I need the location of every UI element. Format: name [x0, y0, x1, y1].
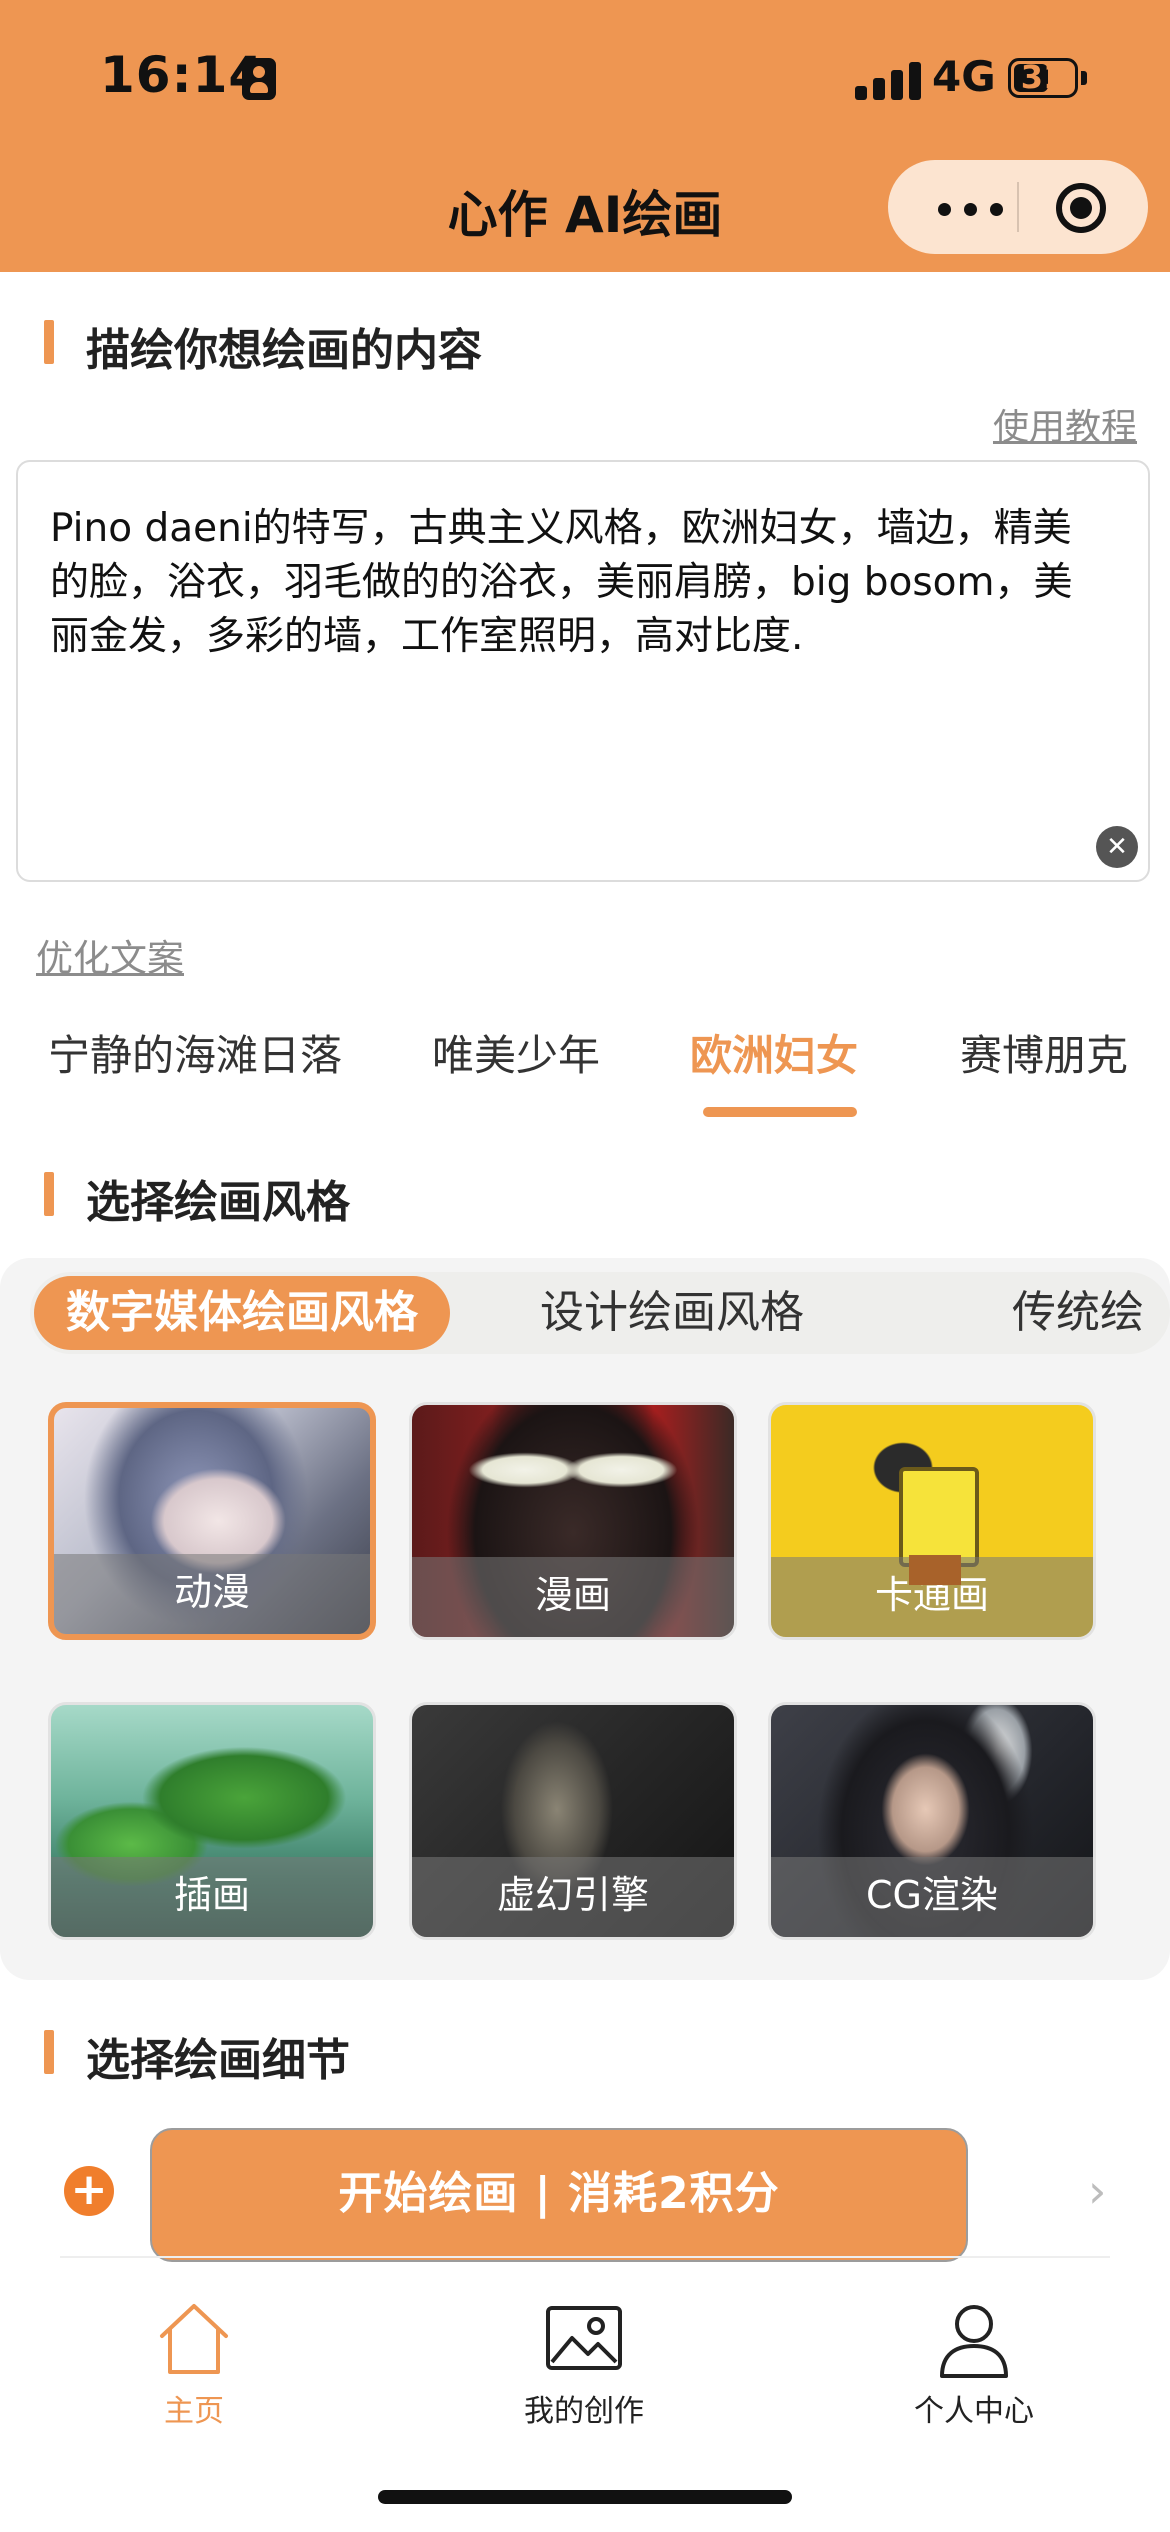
describe-section-title: 描绘你想绘画的内容: [44, 314, 482, 378]
battery-level: 31: [1020, 58, 1066, 96]
home-indicator: [378, 2490, 792, 2504]
status-time: 16:14: [100, 46, 265, 104]
style-card-cartoon[interactable]: 卡通画: [768, 1402, 1096, 1640]
style-card-label: 虚幻引擎: [412, 1857, 734, 1937]
preset-tab-cyberpunk[interactable]: 赛博朋克: [960, 1022, 1128, 1083]
style-card-label: 漫画: [412, 1557, 734, 1637]
style-card-label: 卡通画: [771, 1557, 1093, 1637]
more-dots-icon[interactable]: [926, 180, 1016, 234]
style-card-anime[interactable]: 动漫: [48, 1402, 376, 1640]
tutorial-link[interactable]: 使用教程: [993, 398, 1137, 450]
chevron-right-icon[interactable]: ›: [1088, 2164, 1106, 2218]
style-card-label: CG渲染: [771, 1857, 1093, 1937]
active-tab-indicator: [703, 1107, 857, 1117]
target-close-icon[interactable]: [1056, 183, 1106, 233]
style-panel: 数字媒体绘画风格 设计绘画风格 传统绘 动漫 漫画 卡通画 插画 虚幻引擎 CG…: [0, 1258, 1170, 1980]
style-card-cg-render[interactable]: CG渲染: [768, 1702, 1096, 1940]
prompt-text[interactable]: Pino daeni的特写，古典主义风格，欧洲妇女，墙边，精美的脸，浴衣，羽毛做…: [50, 502, 1110, 664]
tabbar-home[interactable]: 主页: [84, 2296, 304, 2430]
tabbar-label: 主页: [164, 2394, 224, 2429]
category-design[interactable]: 设计绘画风格: [540, 1272, 804, 1354]
tabbar-personal-center[interactable]: 个人中心: [864, 2296, 1084, 2430]
person-badge-icon: [242, 58, 276, 100]
clear-icon[interactable]: ✕: [1096, 826, 1138, 868]
detail-section-title: 选择绘画细节: [44, 2024, 350, 2088]
style-card-comic[interactable]: 漫画: [409, 1402, 737, 1640]
battery-icon: 31: [1008, 58, 1078, 98]
category-digital-media[interactable]: 数字媒体绘画风格: [34, 1276, 450, 1350]
optimize-copy-link[interactable]: 优化文案: [36, 928, 184, 982]
start-drawing-button[interactable]: 开始绘画 | 消耗2积分: [150, 2128, 968, 2262]
tabbar-label: 个人中心: [914, 2394, 1034, 2429]
home-icon: [160, 2304, 228, 2374]
capsule-divider: [1017, 182, 1019, 232]
header: 16:14 4G 31 心作 AI绘画: [0, 0, 1170, 272]
prompt-input[interactable]: Pino daeni的特写，古典主义风格，欧洲妇女，墙边，精美的脸，浴衣，羽毛做…: [16, 460, 1150, 882]
battery-tip: [1081, 71, 1087, 85]
style-card-label: 动漫: [54, 1554, 370, 1634]
preset-tab-beautiful-youth[interactable]: 唯美少年: [432, 1022, 600, 1083]
tabbar-label: 我的创作: [524, 2394, 644, 2429]
plus-icon[interactable]: +: [64, 2166, 114, 2216]
style-card-label: 插画: [51, 1857, 373, 1937]
mini-program-capsule: [888, 160, 1148, 254]
style-section-title: 选择绘画风格: [44, 1166, 350, 1230]
category-traditional[interactable]: 传统绘: [1012, 1272, 1144, 1354]
divider: [60, 2256, 1110, 2258]
image-icon: [546, 2306, 622, 2370]
preset-tab-european-woman[interactable]: 欧洲妇女: [690, 1022, 858, 1083]
style-card-unreal-engine[interactable]: 虚幻引擎: [409, 1702, 737, 1940]
user-icon: [940, 2305, 1008, 2378]
style-card-illustration[interactable]: 插画: [48, 1702, 376, 1940]
app-screen: 16:14 4G 31 心作 AI绘画 描绘你想绘画的内容 使用教程 Pino …: [0, 0, 1170, 2532]
style-category-bar: 数字媒体绘画风格 设计绘画风格 传统绘: [30, 1272, 1170, 1354]
network-label: 4G: [932, 52, 996, 101]
preset-tab-beach-sunset[interactable]: 宁静的海滩日落: [48, 1022, 342, 1083]
tabbar-my-creations[interactable]: 我的创作: [474, 2296, 694, 2430]
signal-icon: [855, 60, 925, 100]
